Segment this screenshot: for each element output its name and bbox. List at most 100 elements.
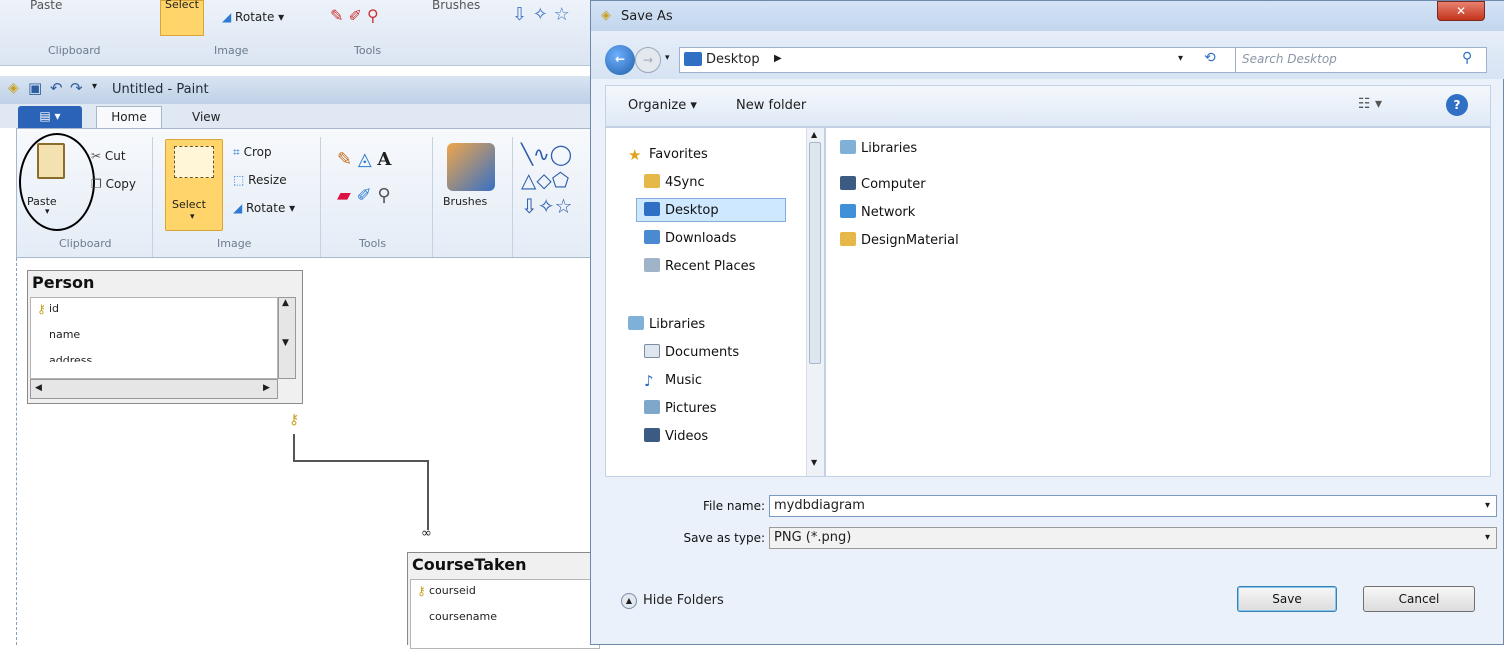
scroll-down-icon[interactable]: ▼ (811, 458, 817, 467)
nav-item-favorites[interactable]: ★ Favorites (628, 146, 708, 164)
brushes-label-top[interactable]: Brushes (432, 0, 480, 12)
person-horizontal-scrollbar[interactable]: ◀ ▶ (30, 379, 278, 399)
nav-item-music[interactable]: ♪ Music (644, 372, 702, 390)
organize-button[interactable]: Organize ▾ (628, 98, 697, 113)
desktop-icon (644, 202, 660, 216)
paint-canvas[interactable]: Person ⚷ id name address ▲ ▼ ◀ ▶ ⚷ ∞ Cou… (16, 258, 601, 649)
fill-icon[interactable]: ◬ (358, 149, 372, 170)
scroll-up-icon[interactable]: ▲ (811, 130, 817, 139)
file-item-network[interactable]: Network (840, 204, 915, 220)
nav-scrollbar[interactable]: ▲ ▼ (806, 128, 824, 476)
person-table[interactable]: Person ⚷ id name address ▲ ▼ ◀ ▶ (27, 270, 303, 404)
nav-item-documents[interactable]: Documents (644, 344, 739, 360)
address-bar-area: ← → ▾ Desktop ▶ ▾ ⟲ Search Desktop ⚲ (591, 31, 1504, 79)
recent-locations-icon[interactable]: ▾ (665, 53, 670, 63)
nav-item-recent-places[interactable]: Recent Places (644, 258, 755, 274)
brushes-label[interactable]: Brushes (443, 195, 487, 208)
paint-menu-button[interactable]: ▤ ▾ (18, 106, 82, 128)
person-vertical-scrollbar[interactable]: ▲ ▼ (278, 297, 296, 379)
key-icon: ⚷ (417, 584, 426, 598)
save-quick-icon[interactable]: ▣ (28, 79, 42, 97)
select-button-top[interactable]: Select (160, 0, 204, 36)
rotate-label: Rotate (246, 201, 286, 215)
rotate-button-top[interactable]: ◢ Rotate ▾ (222, 10, 284, 24)
save-as-dialog: ◈ Save As ✕ ← → ▾ Desktop ▶ ▾ ⟲ Search D… (590, 0, 1504, 645)
nav-scroll-thumb[interactable] (809, 142, 821, 364)
shapes-gallery[interactable]: ╲∿◯ △◇⬠ ⇩✧☆ (521, 141, 572, 219)
image-group-label-top: Image (214, 44, 249, 57)
tools-icons-top[interactable]: ✎ ✐ ⚲ (330, 6, 390, 26)
cut-button[interactable]: ✂ Cut (91, 149, 126, 163)
select-label: Select (172, 198, 206, 211)
coursetaken-row-courseid: courseid (429, 584, 476, 597)
copy-button[interactable]: ❐ Copy (91, 177, 136, 191)
back-button[interactable]: ← (605, 45, 635, 75)
file-label: Libraries (861, 141, 918, 156)
eraser-icon[interactable]: ▰ (337, 185, 351, 206)
scroll-left-icon[interactable]: ◀ (35, 383, 42, 393)
nav-item-4sync[interactable]: 4Sync (644, 174, 705, 190)
select-dropdown-icon: ▾ (190, 212, 195, 222)
refresh-icon[interactable]: ⟲ (1204, 50, 1216, 66)
save-type-dropdown-icon[interactable]: ▾ (1485, 528, 1490, 548)
file-label: Network (861, 205, 916, 220)
breadcrumb-arrow-icon[interactable]: ▶ (774, 53, 782, 64)
save-type-select[interactable]: PNG (*.png) ▾ (769, 527, 1497, 549)
tools-group-label: Tools (359, 237, 387, 250)
magnifier-icon[interactable]: ⚲ (377, 185, 390, 206)
file-name-dropdown-icon[interactable]: ▾ (1485, 496, 1490, 516)
close-button[interactable]: ✕ (1437, 1, 1485, 21)
nav-item-libraries[interactable]: Libraries (628, 316, 705, 332)
file-label: DesignMaterial (861, 233, 959, 248)
paint-app-icon[interactable]: ◈ (8, 80, 19, 96)
save-button[interactable]: Save (1237, 586, 1337, 612)
coursetaken-table[interactable]: CourseTaken ⚷ courseid coursename (407, 552, 601, 649)
nav-item-videos[interactable]: Videos (644, 428, 708, 444)
address-bar[interactable]: Desktop ▶ ▾ ⟲ (679, 47, 1259, 73)
rotate-icon: ◢ (233, 201, 247, 215)
file-item-computer[interactable]: Computer (840, 176, 926, 192)
quick-access-dropdown-icon[interactable]: ▾ (92, 81, 97, 92)
file-item-libraries[interactable]: Libraries (840, 140, 917, 156)
file-name-label: File name: (703, 499, 765, 513)
search-box[interactable]: Search Desktop ⚲ (1235, 47, 1487, 73)
scroll-down-icon[interactable]: ▼ (282, 338, 289, 348)
documents-icon (644, 344, 660, 358)
resize-button[interactable]: ⬚ Resize (233, 173, 287, 187)
nav-item-downloads[interactable]: Downloads (644, 230, 736, 246)
tab-view[interactable]: View (192, 110, 220, 124)
redo-icon[interactable]: ↷ (70, 79, 83, 97)
brushes-icon[interactable] (447, 143, 495, 191)
search-icon[interactable]: ⚲ (1462, 50, 1472, 66)
address-dropdown-icon[interactable]: ▾ (1178, 53, 1183, 64)
pencil-icon[interactable]: ✎ (337, 149, 352, 170)
file-item-designmaterial[interactable]: DesignMaterial (840, 232, 959, 248)
scroll-up-icon[interactable]: ▲ (282, 298, 289, 308)
color-picker-icon[interactable]: ✐ (357, 185, 372, 206)
cancel-button[interactable]: Cancel (1363, 586, 1475, 612)
person-row-id: id (49, 302, 60, 315)
forward-button[interactable]: → (635, 47, 661, 73)
person-row-name: name (49, 328, 81, 341)
file-name-input[interactable]: mydbdiagram ▾ (769, 495, 1497, 517)
hide-folders-button[interactable]: ▲ Hide Folders (621, 593, 724, 609)
nav-item-pictures[interactable]: Pictures (644, 400, 716, 416)
dialog-titlebar: ◈ Save As ✕ (591, 1, 1504, 31)
scissors-icon: ✂ (91, 149, 105, 163)
view-options-icon[interactable]: ☷ ▾ (1358, 96, 1382, 112)
scroll-right-icon[interactable]: ▶ (263, 383, 270, 393)
undo-icon[interactable]: ↶ (50, 79, 63, 97)
nav-item-desktop[interactable]: Desktop (644, 202, 719, 218)
new-folder-button[interactable]: New folder (736, 98, 806, 113)
rotate-button[interactable]: ◢ Rotate ▾ (233, 201, 295, 215)
copy-label: Copy (105, 177, 137, 191)
tab-home[interactable]: Home (96, 106, 162, 128)
shapes-icons-top[interactable]: ⇩ ✧ ☆ (512, 4, 570, 25)
select-button[interactable]: Select ▾ (165, 139, 223, 231)
relationship-key-icon: ⚷ (289, 412, 300, 428)
text-icon[interactable]: A (377, 149, 391, 170)
paste-label-top[interactable]: Paste (30, 0, 62, 12)
address-desktop[interactable]: Desktop (706, 52, 760, 67)
crop-button[interactable]: ⌗ Crop (233, 145, 272, 160)
help-icon[interactable]: ? (1446, 94, 1468, 116)
